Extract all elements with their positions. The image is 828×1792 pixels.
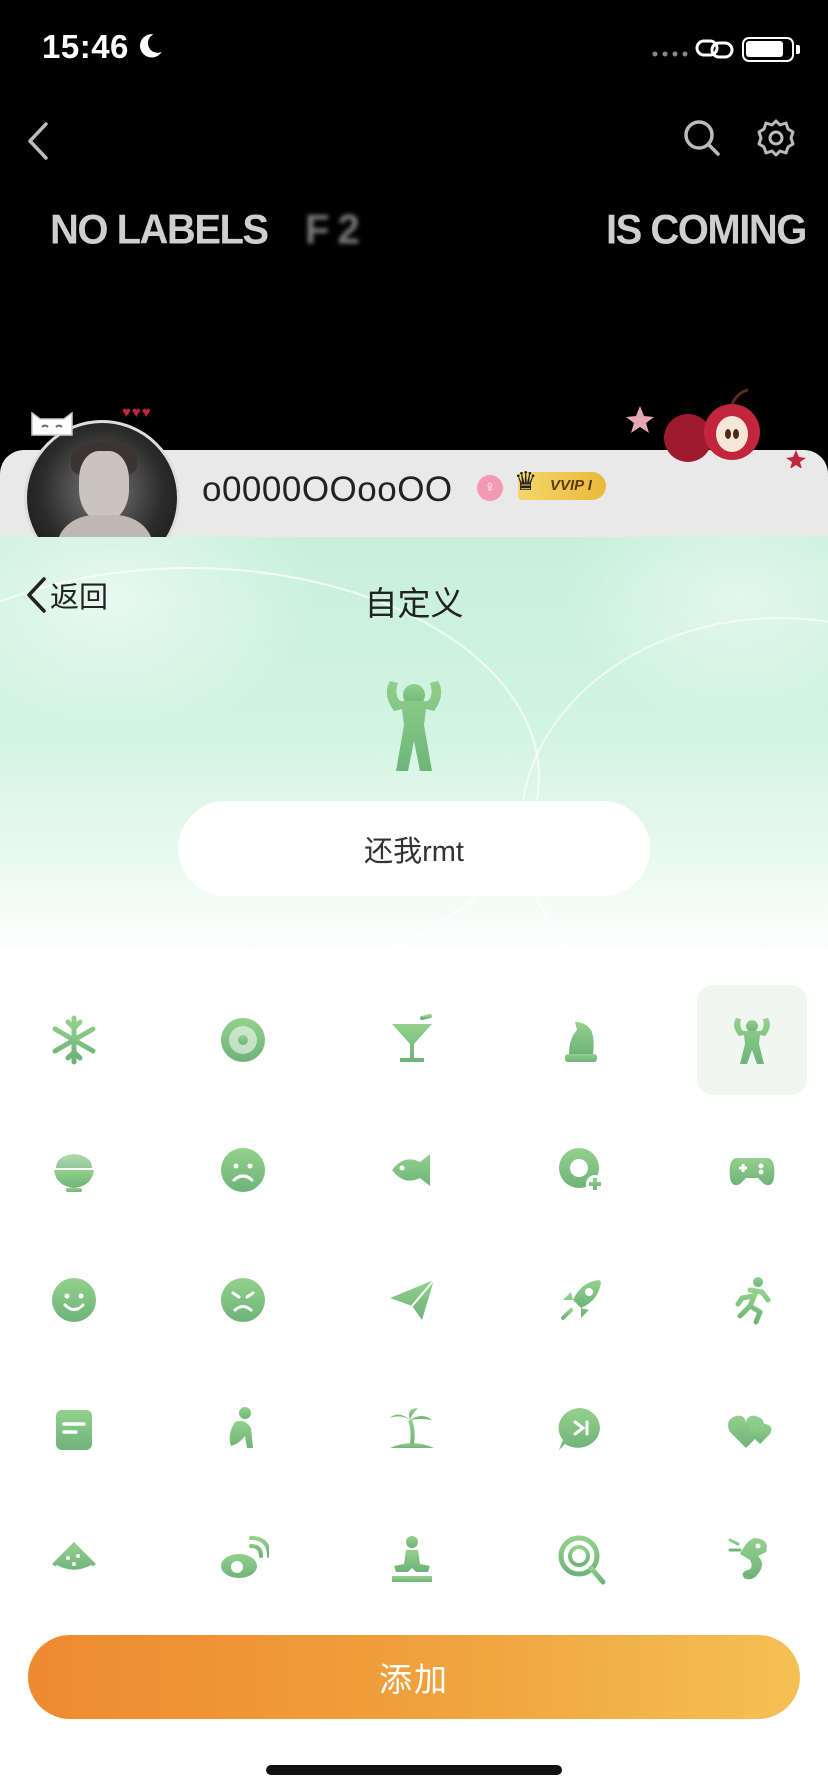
icon-option-palm-island[interactable] (357, 1375, 467, 1485)
hearts-decoration-icon: ♥♥♥ (122, 404, 152, 421)
icon-name-input[interactable] (178, 801, 650, 896)
icon-option-sitting-person[interactable] (188, 1375, 298, 1485)
double-heart-icon (728, 1415, 772, 1448)
watermelon-icon (52, 1542, 96, 1573)
running-person-icon (735, 1277, 771, 1325)
cocktail-icon (392, 1014, 432, 1062)
icon-option-angry-face[interactable] (188, 1245, 298, 1355)
note-icon (56, 1410, 92, 1450)
banner-text-2: F 2 (305, 206, 360, 254)
crown-icon: ♛ (514, 466, 538, 496)
signal-dots-icon (652, 51, 688, 57)
cat-decoration-icon (31, 411, 73, 436)
icon-option-paper-plane[interactable] (357, 1245, 467, 1355)
rocket-icon (561, 1280, 601, 1320)
gamepad-icon (729, 1158, 775, 1186)
search-icon[interactable] (682, 118, 722, 158)
battery-icon (742, 37, 794, 62)
back-icon[interactable] (20, 118, 60, 164)
home-indicator (266, 1765, 562, 1775)
battery-cap (796, 45, 800, 54)
icon-option-meditation[interactable] (357, 1505, 467, 1615)
banner-text-1: NO LABELS (50, 206, 269, 254)
icon-option-snowflake[interactable] (19, 985, 129, 1095)
angry-face-icon (221, 1278, 265, 1322)
chess-knight-icon (565, 1022, 597, 1062)
icon-option-weibo[interactable] (188, 1505, 298, 1615)
rice-bowl-icon (54, 1154, 94, 1192)
flower-badge-icon (221, 1018, 265, 1062)
sheet-title: 自定义 (364, 585, 464, 622)
palm-island-icon (390, 1408, 434, 1448)
meditation-icon (392, 1536, 432, 1582)
icon-option-seahorse[interactable] (697, 1505, 807, 1615)
apple-decoration-icon (626, 388, 806, 468)
selected-icon-preview (386, 681, 442, 771)
icon-option-muscle-person[interactable] (697, 985, 807, 1095)
chat-play-icon (558, 1407, 600, 1450)
status-bar: 15:46 (0, 0, 828, 100)
battery-fill (746, 41, 783, 57)
icon-option-watermelon[interactable] (19, 1505, 129, 1615)
icon-option-chat-play[interactable] (526, 1375, 636, 1485)
icon-option-fish[interactable] (357, 1115, 467, 1225)
seahorse-icon (728, 1538, 767, 1580)
add-button[interactable]: 添加 (28, 1635, 800, 1719)
sad-face-icon (221, 1148, 265, 1192)
icon-option-lollipop[interactable] (526, 1505, 636, 1615)
username: o0000OOooOO (202, 470, 453, 509)
gear-icon[interactable] (756, 118, 796, 158)
gender-badge: ♀ (477, 475, 503, 501)
icon-option-chess-knight[interactable] (526, 985, 636, 1095)
icon-option-rocket[interactable] (526, 1245, 636, 1355)
decor-arc (0, 567, 540, 987)
smile-face-icon (52, 1278, 96, 1322)
snowflake-icon (52, 1015, 96, 1065)
status-time: 15:46 (42, 28, 129, 65)
icon-option-gamepad[interactable] (697, 1115, 807, 1225)
sitting-person-icon (229, 1407, 253, 1448)
icon-option-sad-face[interactable] (188, 1115, 298, 1225)
avatar-face (79, 451, 129, 521)
icon-option-smile-face[interactable] (19, 1245, 129, 1355)
paper-plane-icon (390, 1279, 435, 1320)
banner-text-3: IS COMING (606, 206, 807, 254)
lollipop-icon (558, 1535, 606, 1585)
icon-option-note[interactable] (19, 1375, 129, 1485)
icon-option-running-person[interactable] (697, 1245, 807, 1355)
icon-option-double-heart[interactable] (697, 1375, 807, 1485)
moon-icon (139, 34, 162, 58)
fish-icon (392, 1154, 430, 1186)
icon-option-cocktail[interactable] (357, 985, 467, 1095)
link-icon (695, 39, 734, 59)
custom-icon-sheet: 返回 自定义 添加 (0, 537, 828, 1792)
icon-option-flower-badge[interactable] (188, 985, 298, 1095)
icon-option-rice-bowl[interactable] (19, 1115, 129, 1225)
chat-add-icon (559, 1148, 604, 1193)
muscle-person-icon (734, 1018, 770, 1064)
icon-option-chat-add[interactable] (526, 1115, 636, 1225)
weibo-icon (221, 1536, 269, 1578)
